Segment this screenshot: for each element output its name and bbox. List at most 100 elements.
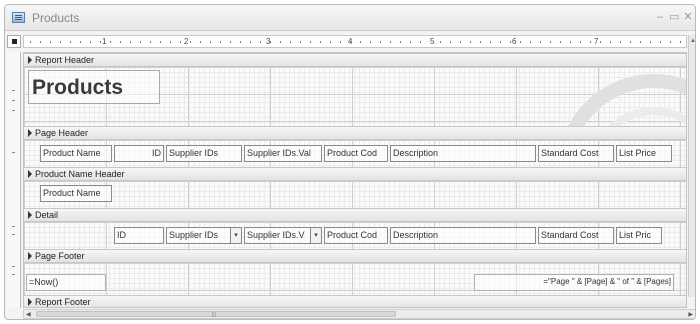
- supplier-ids-value-combo-text: Supplier IDs.V: [247, 230, 305, 240]
- vertical-ruler[interactable]: [7, 52, 21, 308]
- ruler-tick: [320, 41, 321, 43]
- section-label: Report Footer: [35, 297, 91, 307]
- section-label: Page Footer: [35, 251, 85, 261]
- section-chevron-icon: [28, 56, 32, 64]
- page-header-bar[interactable]: Page Header: [24, 126, 686, 140]
- section-label: Report Header: [35, 55, 95, 65]
- ruler-tick: [420, 41, 421, 43]
- ruler-tick: [440, 41, 441, 43]
- window-title: Products: [32, 11, 80, 25]
- close-button[interactable]: ✕: [683, 11, 693, 23]
- report-header-section[interactable]: Products: [24, 67, 686, 181]
- product-name-header-bar[interactable]: Product Name Header: [24, 167, 686, 181]
- ruler-tick: [150, 41, 151, 43]
- label-list-price[interactable]: List Price: [616, 145, 672, 162]
- scroll-thumb[interactable]: |||: [36, 311, 396, 318]
- ruler-tick: [410, 41, 411, 43]
- supplier-ids-value-combo[interactable]: Supplier IDs.V ▾: [244, 227, 322, 244]
- minimize-button[interactable]: –: [655, 11, 665, 23]
- label-product-code[interactable]: Product Cod: [324, 145, 388, 162]
- vertical-scrollbar[interactable]: ▲: [688, 35, 695, 297]
- standard-cost-field[interactable]: Standard Cost: [538, 227, 614, 244]
- ruler-tick: [240, 41, 241, 43]
- page-number-field[interactable]: ="Page " & [Page] & " of " & [Pages]: [474, 274, 674, 291]
- ruler-tick: [580, 41, 581, 43]
- page-footer-bar[interactable]: Page Footer: [24, 249, 686, 263]
- label-supplier-ids-value[interactable]: Supplier IDs.Val: [244, 145, 322, 162]
- supplier-ids-combo-text: Supplier IDs: [169, 230, 219, 240]
- ruler-tick: [400, 41, 401, 43]
- ruler-number: 6: [512, 37, 517, 46]
- label-id[interactable]: ID: [114, 145, 164, 162]
- ruler-number: 7: [594, 37, 599, 46]
- ruler-tick: [80, 41, 81, 43]
- supplier-ids-combo[interactable]: Supplier IDs ▾: [166, 227, 242, 244]
- ruler-tick: [390, 41, 391, 43]
- description-field[interactable]: Description: [390, 227, 536, 244]
- scroll-right-icon[interactable]: ▶: [688, 311, 693, 318]
- detail-bar[interactable]: Detail: [24, 208, 686, 222]
- ruler-tick: [380, 41, 381, 43]
- ruler-tick: [360, 41, 361, 43]
- ruler-tick: [350, 41, 351, 43]
- ruler-tick: [160, 41, 161, 43]
- label-product-name[interactable]: Product Name: [40, 145, 112, 162]
- product-code-field[interactable]: Product Cod: [324, 227, 388, 244]
- scroll-up-icon[interactable]: ▲: [690, 38, 695, 44]
- ruler-tick: [480, 41, 481, 43]
- ruler-tick: [330, 41, 331, 43]
- section-chevron-icon: [28, 252, 32, 260]
- report-footer-bar[interactable]: Report Footer: [24, 295, 686, 307]
- title-bar[interactable]: Products – ▭ ✕: [5, 5, 695, 31]
- id-field[interactable]: ID: [114, 227, 164, 244]
- ruler-tick: [190, 41, 191, 43]
- chevron-down-icon[interactable]: ▾: [310, 228, 321, 243]
- ruler-tick: [570, 41, 571, 43]
- ruler-number: 2: [184, 37, 189, 46]
- product-name-header-section[interactable]: Product Name: [24, 181, 686, 208]
- section-label: Page Header: [35, 128, 89, 138]
- chevron-down-icon[interactable]: ▾: [230, 228, 241, 243]
- horizontal-scrollbar[interactable]: ◀ ||| ▶: [23, 309, 695, 319]
- section-chevron-icon: [28, 211, 32, 219]
- product-name-field[interactable]: Product Name: [40, 185, 112, 202]
- list-price-field[interactable]: List Pric: [616, 227, 662, 244]
- page-footer-section[interactable]: =Now() ="Page " & [Page] & " of " & [Pag…: [24, 263, 686, 295]
- scroll-left-icon[interactable]: ◀: [26, 311, 31, 318]
- ruler-tick: [210, 41, 211, 43]
- ruler-tick: [290, 41, 291, 43]
- ruler-mark: [12, 226, 15, 227]
- now-date-field[interactable]: =Now(): [26, 274, 106, 291]
- ruler-tick: [540, 41, 541, 43]
- label-supplier-ids[interactable]: Supplier IDs: [166, 145, 242, 162]
- detail-section[interactable]: ID Supplier IDs ▾ Supplier IDs.V ▾ Produ…: [24, 222, 686, 249]
- ruler-tick: [670, 41, 671, 43]
- ruler-tick: [650, 41, 651, 43]
- label-standard-cost[interactable]: Standard Cost: [538, 145, 614, 162]
- select-report-button[interactable]: [7, 35, 21, 48]
- restore-button[interactable]: ▭: [669, 11, 679, 23]
- ruler-tick: [490, 41, 491, 43]
- ruler-tick: [310, 41, 311, 43]
- ruler-tick: [610, 41, 611, 43]
- ruler-tick: [280, 41, 281, 43]
- report-title-label[interactable]: Products: [28, 70, 160, 104]
- ruler-tick: [70, 41, 71, 43]
- ruler-tick: [180, 41, 181, 43]
- ruler-tick: [260, 41, 261, 43]
- section-label: Product Name Header: [35, 169, 125, 179]
- ruler-tick: [220, 41, 221, 43]
- page-header-section[interactable]: Product Name ID Supplier IDs Supplier ID…: [24, 140, 686, 167]
- report-design-canvas[interactable]: Report Header Products Page Header Produ…: [23, 52, 687, 308]
- section-chevron-icon: [28, 298, 32, 306]
- ruler-tick: [600, 41, 601, 43]
- ruler-tick: [560, 41, 561, 43]
- section-chevron-icon: [28, 129, 32, 137]
- label-description[interactable]: Description: [390, 145, 536, 162]
- ruler-tick: [470, 41, 471, 43]
- horizontal-ruler[interactable]: 1 2 3 4 5 6 7: [23, 35, 687, 48]
- section-label: Detail: [35, 210, 59, 220]
- ruler-tick: [450, 41, 451, 43]
- grip-icon: |||: [212, 312, 216, 318]
- ruler-tick: [50, 41, 51, 43]
